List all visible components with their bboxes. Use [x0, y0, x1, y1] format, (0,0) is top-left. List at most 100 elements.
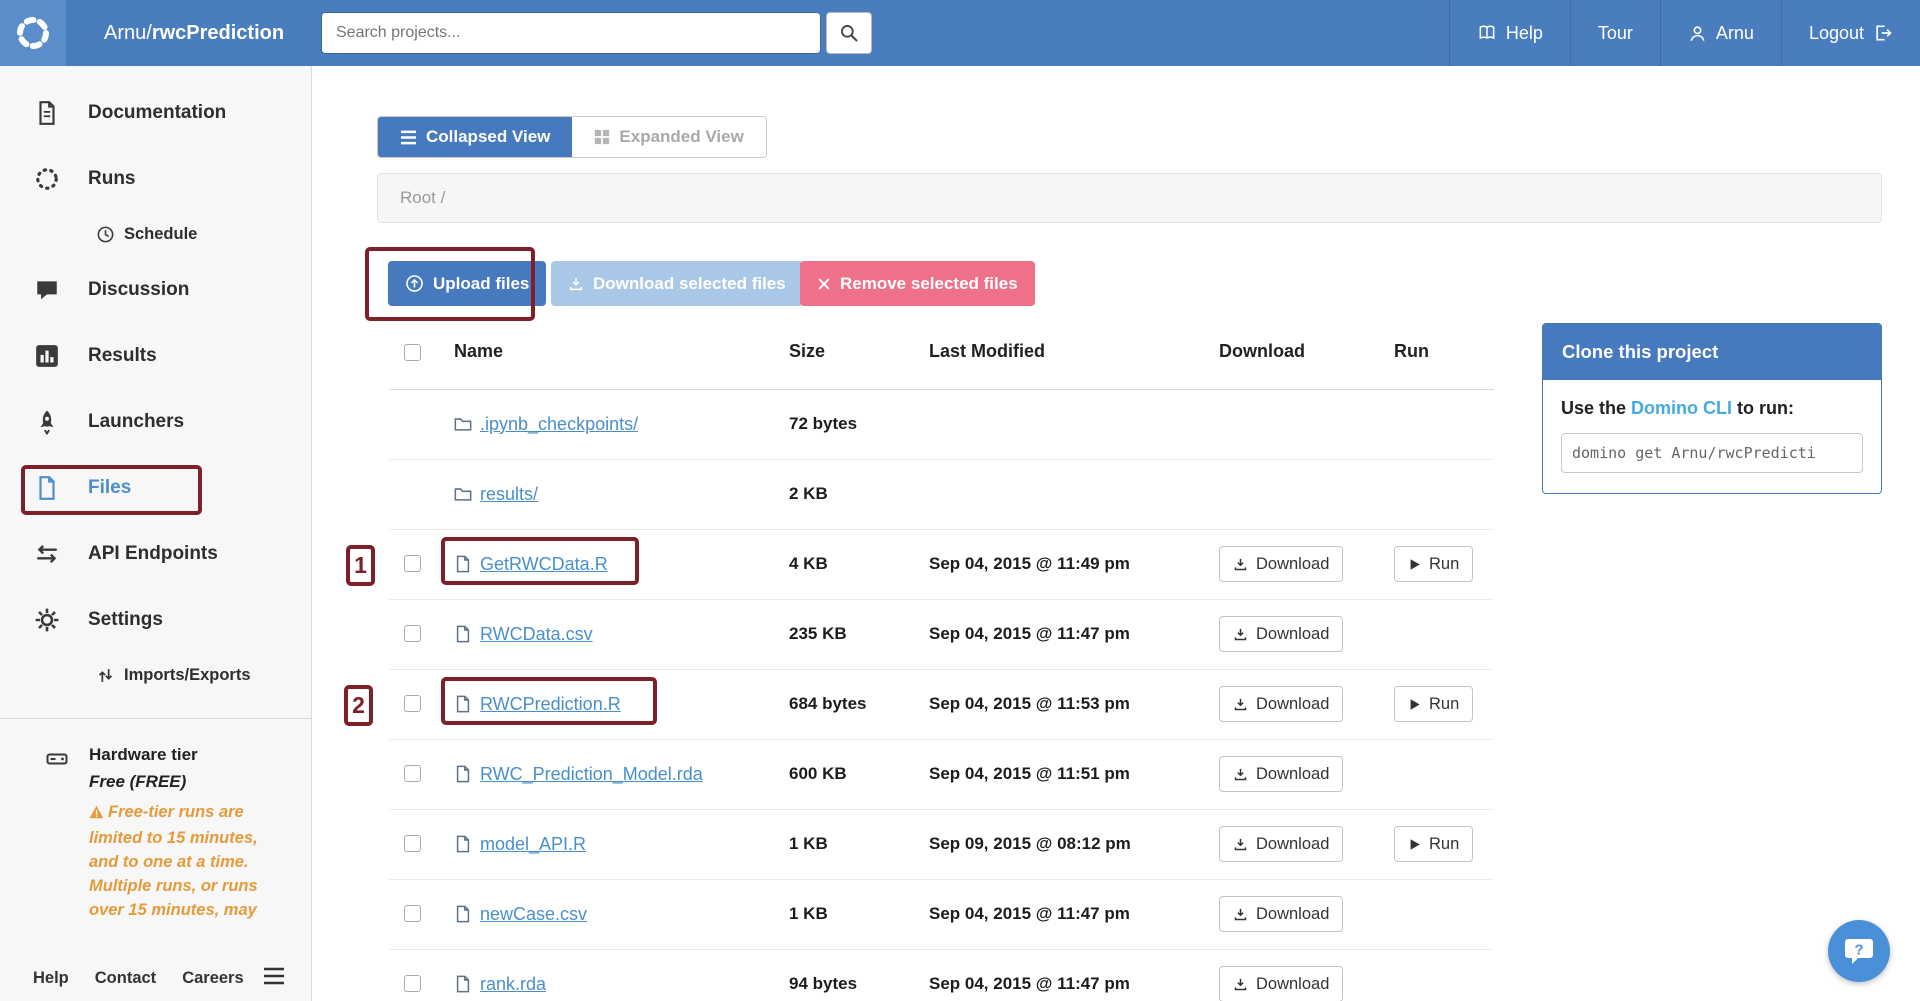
sidebar-nav: Documentation RunsSchedule Discussion Resul… [0, 66, 311, 698]
table-row: RWCPrediction.R684 bytesSep 04, 2015 @ 1… [389, 669, 1494, 739]
select-all-checkbox[interactable] [404, 344, 421, 361]
sidebar-item-discussion[interactable]: Discussion [0, 257, 311, 323]
download-button[interactable]: Download [1219, 546, 1343, 582]
footer-help-link[interactable]: Help [33, 969, 69, 988]
file-size: 1 KB [789, 809, 929, 879]
table-row: model_API.R1 KBSep 09, 2015 @ 08:12 pmDo… [389, 809, 1494, 879]
sidebar-item-settings[interactable]: Settings [0, 587, 311, 653]
download-selected-label: Download selected files [593, 274, 786, 294]
search-input[interactable] [321, 12, 821, 54]
folder-icon [454, 485, 472, 503]
path-breadcrumb: Root / [377, 173, 1882, 223]
document-icon [34, 100, 60, 126]
remove-selected-label: Remove selected files [840, 274, 1018, 294]
sidebar-item-schedule[interactable]: Schedule [0, 212, 311, 257]
clone-instructions: Use the Domino CLI to run: [1561, 398, 1863, 419]
upload-files-button[interactable]: Upload files [388, 261, 546, 306]
user-nav-item[interactable]: Arnu [1660, 0, 1781, 66]
help-nav-item[interactable]: Help [1449, 0, 1570, 66]
logout-nav-item[interactable]: Logout [1781, 0, 1920, 66]
sidebar-item-launchers[interactable]: Launchers [0, 389, 311, 455]
file-link[interactable]: RWCPrediction.R [480, 694, 621, 714]
tab-collapsed-view[interactable]: Collapsed View [378, 117, 572, 157]
sidebar-item-label: Documentation [88, 102, 226, 124]
folder-icon [454, 415, 472, 433]
warning-icon [89, 803, 104, 827]
sidebar-item-label: Discussion [88, 279, 189, 301]
hardware-icon [45, 745, 75, 919]
sidebar-item-label: Results [88, 345, 157, 367]
file-link[interactable]: newCase.csv [480, 904, 587, 924]
sidebar-item-label: Files [88, 477, 131, 499]
download-selected-button[interactable]: Download selected files [551, 261, 803, 306]
top-navbar: Arnu/rwcPrediction Help Tour [0, 0, 1920, 66]
page: Arnu/rwcPrediction Help Tour [0, 0, 1920, 1001]
row-checkbox[interactable] [404, 835, 421, 852]
download-button[interactable]: Download [1219, 896, 1343, 932]
file-icon [454, 905, 472, 923]
hardware-tier-block: Hardware tier Free (FREE) Free-tier runs… [0, 719, 311, 919]
file-modified [929, 389, 1219, 459]
sidebar-item-files[interactable]: Files [0, 455, 311, 521]
file-modified: Sep 04, 2015 @ 11:47 pm [929, 599, 1219, 669]
tour-label: Tour [1598, 23, 1633, 44]
tab-label: Expanded View [619, 127, 743, 147]
sidebar-item-api-endpoints[interactable]: API Endpoints [0, 521, 311, 587]
tour-nav-item[interactable]: Tour [1570, 0, 1660, 66]
file-link[interactable]: GetRWCData.R [480, 554, 608, 574]
sidebar-item-runs[interactable]: Runs [0, 146, 311, 212]
row-checkbox[interactable] [404, 695, 421, 712]
logout-icon [1873, 23, 1893, 43]
row-checkbox[interactable] [404, 555, 421, 572]
download-button[interactable]: Download [1219, 756, 1343, 792]
main-content: Collapsed View Expanded View Root / Uplo… [312, 66, 1920, 1001]
search-button[interactable] [826, 12, 872, 54]
row-checkbox[interactable] [404, 975, 421, 992]
download-button[interactable]: Download [1219, 826, 1343, 862]
file-link[interactable]: RWC_Prediction_Model.rda [480, 764, 703, 784]
files-table-body: .ipynb_checkpoints/72 bytesresults/2 KBG… [389, 389, 1494, 1001]
imports-icon [96, 666, 115, 685]
upload-icon [405, 274, 424, 293]
row-checkbox[interactable] [404, 905, 421, 922]
file-link[interactable]: results/ [480, 484, 538, 504]
upload-files-label: Upload files [433, 274, 529, 294]
sidebar-footer: Help Contact Careers [0, 955, 311, 1001]
run-button[interactable]: Run [1394, 546, 1473, 582]
download-button[interactable]: Download [1219, 966, 1343, 1001]
chat-help-button[interactable]: ? [1828, 920, 1890, 982]
hamburger-menu-icon[interactable] [263, 967, 285, 990]
row-checkbox[interactable] [404, 625, 421, 642]
file-link[interactable]: model_API.R [480, 834, 586, 854]
table-row: .ipynb_checkpoints/72 bytes [389, 389, 1494, 459]
domino-cli-link[interactable]: Domino CLI [1631, 398, 1732, 418]
run-button[interactable]: Run [1394, 826, 1473, 862]
download-button[interactable]: Download [1219, 686, 1343, 722]
project-owner: Arnu/ [104, 22, 152, 44]
row-checkbox[interactable] [404, 765, 421, 782]
footer-contact-link[interactable]: Contact [95, 969, 156, 988]
clock-icon [96, 225, 115, 244]
file-modified: Sep 04, 2015 @ 11:47 pm [929, 949, 1219, 1001]
table-row: newCase.csv1 KBSep 04, 2015 @ 11:47 pmDo… [389, 879, 1494, 949]
file-icon [454, 695, 472, 713]
file-link[interactable]: .ipynb_checkpoints/ [480, 414, 638, 434]
tab-expanded-view[interactable]: Expanded View [572, 117, 765, 157]
sidebar-item-results[interactable]: Results [0, 323, 311, 389]
domino-logo[interactable] [0, 0, 66, 66]
sidebar-item-documentation[interactable]: Documentation [0, 80, 311, 146]
remove-selected-button[interactable]: Remove selected files [800, 261, 1035, 306]
download-button[interactable]: Download [1219, 616, 1343, 652]
table-header-row: Name Size Last Modified Download Run [389, 314, 1494, 389]
file-link[interactable]: rank.rda [480, 974, 546, 994]
run-button[interactable]: Run [1394, 686, 1473, 722]
file-icon [454, 765, 472, 783]
sidebar-item-label: API Endpoints [88, 543, 218, 565]
sidebar-item-imports-exports[interactable]: Imports/Exports [0, 653, 311, 698]
name-column-header: Name [439, 314, 789, 389]
view-tabs: Collapsed View Expanded View [377, 116, 767, 158]
files-icon [34, 475, 60, 501]
footer-careers-link[interactable]: Careers [182, 969, 243, 988]
clone-command-box[interactable]: domino get Arnu/rwcPredicti [1561, 433, 1863, 473]
file-link[interactable]: RWCData.csv [480, 624, 593, 644]
